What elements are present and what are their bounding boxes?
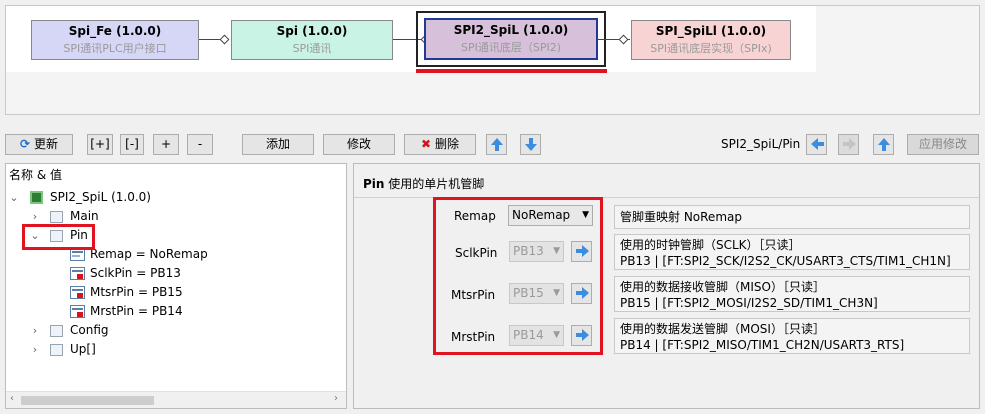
- horizontal-scrollbar[interactable]: ‹ ›: [6, 391, 346, 408]
- panel-title-desc: 使用的单片机管脚: [388, 177, 485, 191]
- node-subtitle: SPI通讯底层（SPI2): [460, 41, 561, 54]
- parent-button[interactable]: [873, 134, 894, 155]
- arrow-right-icon: [843, 138, 856, 150]
- scroll-left-icon[interactable]: ‹: [10, 393, 14, 404]
- node-subtitle: SPI通讯PLC用户接口: [63, 42, 167, 55]
- node-title: Spi (1.0.0): [276, 24, 348, 38]
- expand-all-button[interactable]: [+]: [87, 134, 113, 155]
- tree-item-sclk[interactable]: SclkPin = PB13: [6, 264, 336, 283]
- panel-title-name: Pin: [363, 177, 385, 191]
- move-up-button[interactable]: [486, 134, 507, 155]
- connector-diamond-icon: [219, 34, 230, 45]
- tree-item-label: Config: [70, 323, 109, 337]
- node-spi[interactable]: Spi (1.0.0) SPI通讯: [231, 20, 393, 60]
- scroll-right-icon[interactable]: ›: [334, 393, 338, 404]
- description-detail: PB14 | [FT:SPI2_MISO/TIM1_CH2N/USART3_RT…: [620, 338, 905, 352]
- description-text: 使用的数据接收管脚（MISO）［只读］: [620, 280, 825, 294]
- mtsr-description: 使用的数据接收管脚（MISO）［只读］ PB15 | [FT:SPI2_MOSI…: [614, 276, 970, 312]
- diagram-canvas: Spi_Fe (1.0.0) SPI通讯PLC用户接口 Spi (1.0.0) …: [6, 6, 816, 72]
- panel-title: Pin 使用的单片机管脚: [363, 175, 484, 192]
- tree-item-up[interactable]: › Up[]: [6, 340, 336, 359]
- tree-item-config[interactable]: › Config: [6, 321, 336, 340]
- description-text: 使用的数据发送管脚（MOSI）［只读］: [620, 322, 825, 336]
- chevron-down-icon[interactable]: ⌄: [9, 188, 19, 207]
- highlight-box-fields: [433, 197, 603, 355]
- delete-label: 删除: [434, 137, 459, 151]
- node-spi-spill[interactable]: SPI_SpiLl (1.0.0) SPI通讯底层实现（SPIx): [631, 20, 791, 60]
- apply-button[interactable]: 应用修改: [907, 134, 979, 155]
- module-diagram: Spi_Fe (1.0.0) SPI通讯PLC用户接口 Spi (1.0.0) …: [5, 5, 980, 115]
- arrow-up-icon: [878, 138, 890, 151]
- arrow-up-icon: [491, 138, 503, 151]
- tree-root[interactable]: ⌄ SPI2_SpiL (1.0.0): [6, 188, 336, 207]
- tree-item-mrst[interactable]: MrstPin = PB14: [6, 302, 336, 321]
- highlight-box-pin: [22, 224, 95, 250]
- add-button[interactable]: 添加: [242, 134, 314, 155]
- description-text: 管脚重映射 NoRemap: [620, 210, 742, 224]
- modify-button[interactable]: 修改: [323, 134, 395, 155]
- tree-item-label: MtsrPin = PB15: [90, 285, 183, 299]
- move-down-button[interactable]: [520, 134, 541, 155]
- remap-description: 管脚重映射 NoRemap: [614, 205, 970, 229]
- chip-icon: [30, 191, 43, 204]
- mrst-description: 使用的数据发送管脚（MOSI）［只读］ PB14 | [FT:SPI2_MISO…: [614, 318, 970, 354]
- tree-panel: 名称 & 值 ⌄ SPI2_SpiL (1.0.0) › Main ⌄ Pin …: [5, 163, 347, 409]
- current-path: SPI2_SpiL/Pin: [721, 137, 801, 151]
- folder-icon: [50, 325, 63, 337]
- arrow-down-icon: [525, 138, 537, 151]
- sclk-description: 使用的时钟管脚（SCLK）［只读］ PB13 | [FT:SPI2_SCK/I2…: [614, 234, 970, 270]
- tree-item-label: SclkPin = PB13: [90, 266, 181, 280]
- arrow-left-icon: [811, 138, 824, 150]
- readonly-value-icon: [70, 286, 85, 299]
- node-subtitle: SPI通讯底层实现（SPIx): [650, 42, 772, 55]
- connector-diamond-icon: [618, 34, 629, 45]
- delete-button[interactable]: ✖ 删除: [404, 134, 476, 155]
- tree-header: 名称 & 值: [9, 168, 62, 182]
- description-detail: PB13 | [FT:SPI2_SCK/I2S2_CK/USART3_CTS/T…: [620, 254, 951, 268]
- refresh-button[interactable]: ⟳ 更新: [5, 134, 73, 155]
- chevron-right-icon[interactable]: ›: [30, 340, 40, 359]
- back-button[interactable]: [806, 134, 827, 155]
- description-detail: PB15 | [FT:SPI2_MOSI/I2S2_SD/TIM1_CH3N]: [620, 296, 878, 310]
- node-spi2-spil[interactable]: SPI2_SpiL (1.0.0) SPI通讯底层（SPI2): [424, 18, 598, 60]
- highlight-underline: [416, 69, 607, 73]
- folder-icon: [50, 211, 63, 223]
- node-subtitle: SPI通讯: [292, 42, 332, 55]
- node-title: SPI2_SpiL (1.0.0): [453, 23, 569, 37]
- tree-item-label: Remap = NoRemap: [90, 247, 208, 261]
- node-spi-fe[interactable]: Spi_Fe (1.0.0) SPI通讯PLC用户接口: [31, 20, 199, 60]
- readonly-value-icon: [70, 305, 85, 318]
- tree-item-label: MrstPin = PB14: [90, 304, 183, 318]
- tree-root-label: SPI2_SpiL (1.0.0): [50, 190, 151, 204]
- chevron-right-icon[interactable]: ›: [30, 321, 40, 340]
- node-title: Spi_Fe (1.0.0): [68, 24, 162, 38]
- tree-item-mtsr[interactable]: MtsrPin = PB15: [6, 283, 336, 302]
- node-title: SPI_SpiLl (1.0.0): [655, 24, 767, 38]
- description-text: 使用的时钟管脚（SCLK）［只读］: [620, 238, 801, 252]
- readonly-value-icon: [70, 267, 85, 280]
- scrollbar-thumb[interactable]: [21, 396, 154, 405]
- expand-button[interactable]: +: [153, 134, 179, 155]
- delete-icon: ✖: [421, 137, 432, 151]
- refresh-label: 更新: [33, 137, 58, 151]
- forward-button[interactable]: [838, 134, 859, 155]
- collapse-button[interactable]: -: [187, 134, 213, 155]
- tree-item-label: Up[]: [70, 342, 96, 356]
- refresh-icon: ⟳: [20, 137, 31, 151]
- collapse-all-button[interactable]: [-]: [120, 134, 144, 155]
- folder-icon: [50, 344, 63, 356]
